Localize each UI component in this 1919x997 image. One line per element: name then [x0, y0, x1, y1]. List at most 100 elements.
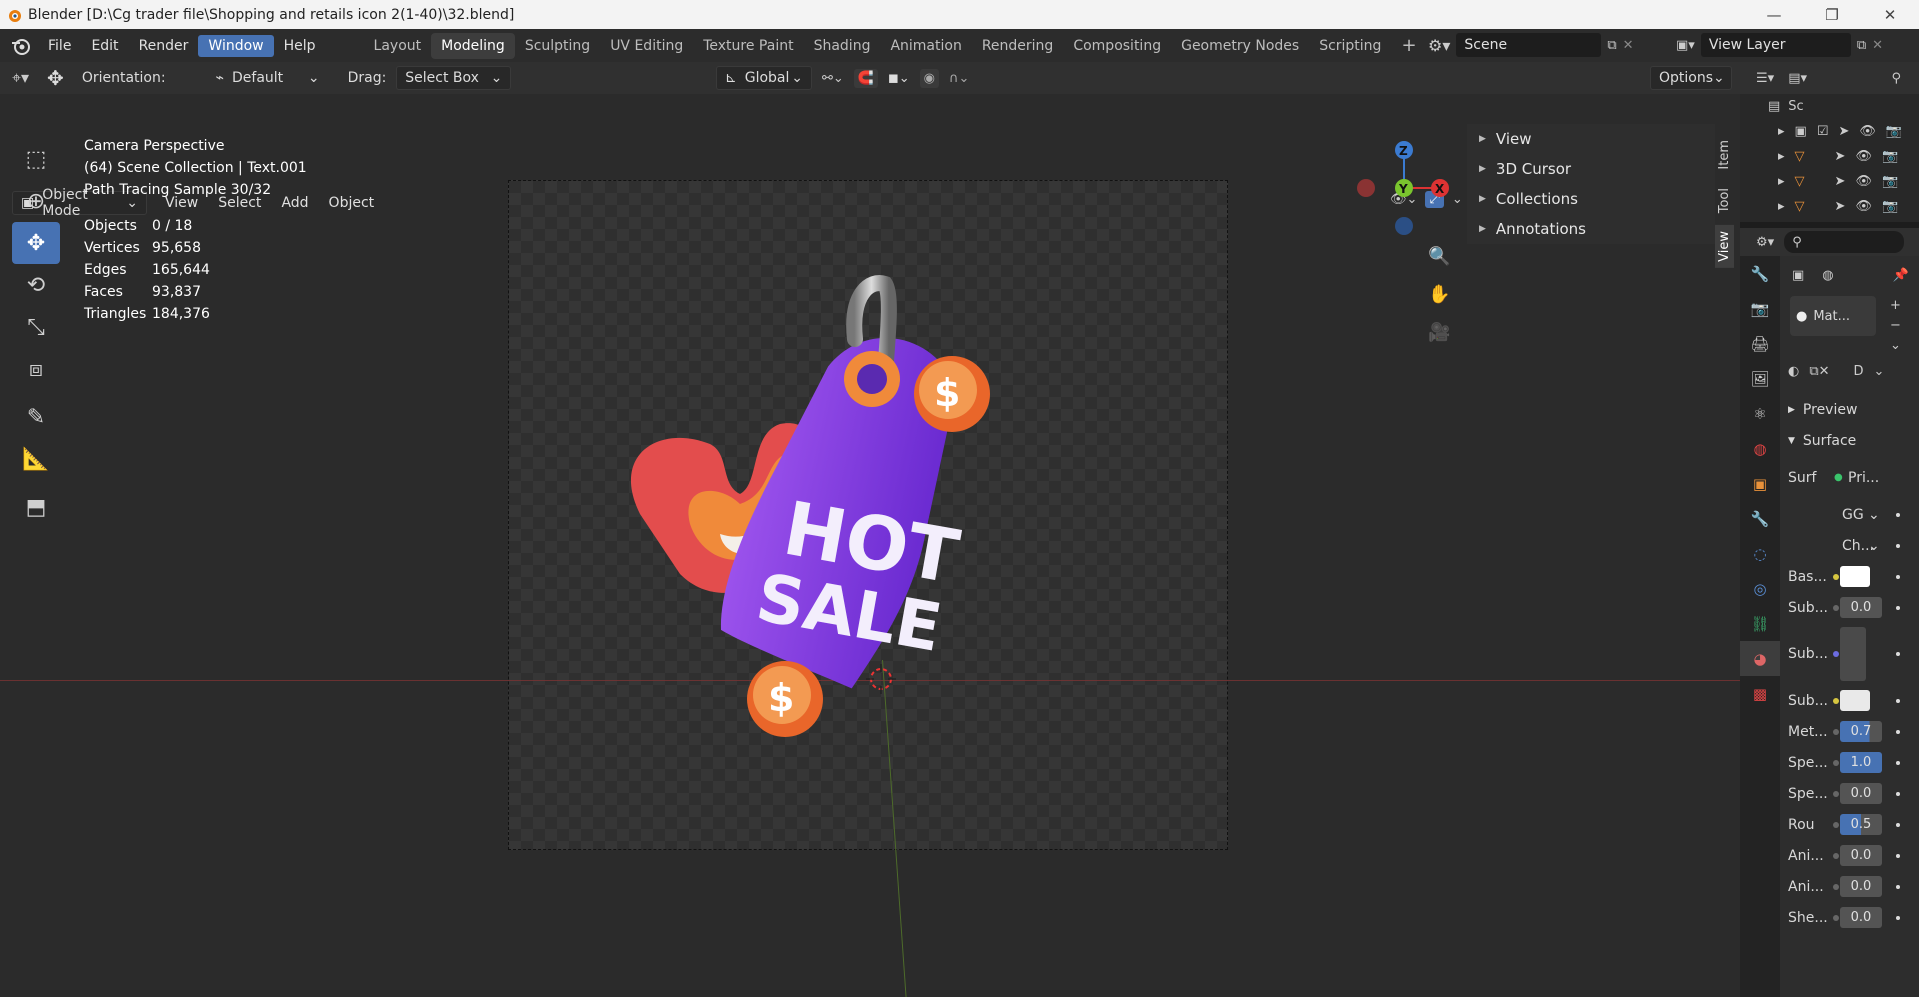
select-box-tool-icon[interactable]: ⬚ — [12, 138, 60, 180]
tab-sculpting[interactable]: Sculpting — [515, 33, 600, 59]
surface-section[interactable]: ▼ Surface — [1780, 425, 1919, 456]
keyframe-dot-icon[interactable] — [1896, 853, 1900, 858]
tab-scripting[interactable]: Scripting — [1309, 33, 1391, 59]
tab-animation[interactable]: Animation — [880, 33, 971, 59]
socket-dot-icon[interactable] — [1833, 790, 1839, 797]
vector-field[interactable] — [1840, 627, 1866, 681]
rotate-tool-icon[interactable]: ⟲ — [12, 264, 60, 306]
shader-input-row[interactable]: Ani... 0.0 — [1780, 871, 1919, 902]
material-tab-icon[interactable]: ◕ — [1740, 641, 1780, 676]
tab-uv-editing[interactable]: UV Editing — [600, 33, 693, 59]
menu-help[interactable]: Help — [274, 35, 326, 57]
render-tab-icon[interactable]: 📷 — [1740, 291, 1780, 326]
value-field[interactable]: 0.0 — [1840, 597, 1882, 618]
add-cube-tool-icon[interactable]: ⬒ — [12, 486, 60, 528]
menu-render[interactable]: Render — [129, 35, 199, 57]
navigation-gizmo[interactable]: Z Y X — [1354, 136, 1454, 246]
tab-shading[interactable]: Shading — [804, 33, 881, 59]
np-view-section[interactable]: ▶ View — [1467, 124, 1715, 154]
np-collections-section[interactable]: ▶ Collections — [1467, 184, 1715, 214]
socket-dot-icon[interactable] — [1833, 883, 1839, 890]
socket-dot-icon[interactable] — [1833, 759, 1839, 766]
add-workspace-button[interactable]: + — [1391, 30, 1426, 61]
delete-view-layer-icon[interactable]: ✕ — [1872, 38, 1883, 53]
value-field[interactable]: 1.0 — [1840, 752, 1882, 773]
texture-tab-icon[interactable]: ▩ — [1740, 676, 1780, 711]
transform-tool-icon[interactable]: ⧈ — [12, 348, 60, 390]
falloff-icon[interactable]: ∩⌄ — [949, 71, 969, 86]
pan-hand-icon[interactable]: ✋ — [1428, 284, 1450, 305]
np-annotations-section[interactable]: ▶ Annotations — [1467, 214, 1715, 244]
keyframe-dot-icon[interactable] — [1896, 729, 1900, 734]
blender-menu-icon[interactable] — [10, 35, 32, 57]
new-view-layer-icon[interactable]: ⧉ — [1857, 38, 1866, 53]
socket-dot-icon[interactable] — [1833, 573, 1839, 580]
particles-tab-icon[interactable]: ◌ — [1740, 536, 1780, 571]
minimize-button[interactable]: — — [1745, 0, 1803, 29]
object-data-icon[interactable]: ▣ — [1792, 268, 1804, 283]
keyframe-dot-icon[interactable] — [1896, 760, 1900, 765]
outliner-row[interactable]: ▸ ▣ ☑ ➤ 👁 📷 — [1740, 119, 1919, 144]
tab-modeling[interactable]: Modeling — [431, 32, 515, 59]
camera-view-icon[interactable]: 🎥 — [1428, 322, 1450, 343]
object-tab-icon[interactable]: ▣ — [1740, 466, 1780, 501]
tab-layout[interactable]: Layout — [364, 33, 432, 59]
value-field[interactable]: 0.0 — [1840, 783, 1882, 804]
keyframe-dot-icon[interactable] — [1896, 574, 1900, 579]
keyframe-dot-icon[interactable] — [1896, 652, 1900, 656]
shader-input-row[interactable]: Rou 0.5 — [1780, 809, 1919, 840]
zoom-icon[interactable]: 🔍 — [1428, 246, 1450, 267]
tab-geometry-nodes[interactable]: Geometry Nodes — [1171, 33, 1309, 59]
drag-dropdown[interactable]: Select Box ⌄ — [396, 66, 512, 90]
tab-item[interactable]: Item — [1715, 134, 1734, 176]
snap-toggle-icon[interactable]: 🧲 — [853, 68, 878, 88]
pivot-point-icon[interactable]: ⚯⌄ — [822, 71, 844, 86]
value-field[interactable]: 0.0 — [1840, 907, 1882, 928]
transform-orientation-dropdown[interactable]: ⊾ Global ⌄ — [716, 66, 812, 90]
material-browse-icon[interactable]: ◐ — [1788, 364, 1799, 379]
material-duplicate-icon[interactable]: ⧉✕ — [1809, 364, 1829, 379]
properties-search[interactable]: ⚲ — [1784, 231, 1905, 253]
surface-shader-row[interactable]: Surf ● Pri... — [1780, 462, 1919, 493]
np-3d-cursor-section[interactable]: ▶ 3D Cursor — [1467, 154, 1715, 184]
outliner-row[interactable]: ▸ ▽ ➤ 👁 📷 — [1740, 144, 1919, 169]
maximize-button[interactable]: ❐ — [1803, 0, 1861, 29]
display-mode-icon[interactable]: ▤▾ — [1788, 71, 1807, 86]
subsurface-method-dropdown[interactable]: Ch... ⌄ — [1780, 530, 1919, 561]
socket-dot-icon[interactable] — [1833, 914, 1839, 921]
value-field[interactable]: 0.5 — [1840, 814, 1882, 835]
outliner-row[interactable]: ▸ ▽ ➤ 👁 📷 — [1740, 169, 1919, 194]
slot-menu-button[interactable]: ⌄ — [1890, 338, 1901, 353]
socket-dot-icon[interactable] — [1833, 604, 1839, 611]
modifier-tab-icon[interactable]: 🔧 — [1740, 501, 1780, 536]
cursor-tool-icon[interactable]: ⊕ — [12, 180, 60, 222]
move-tool-icon[interactable]: ✥ — [47, 66, 64, 90]
keyframe-dot-icon[interactable] — [1896, 884, 1900, 889]
shader-input-row[interactable]: Sub... 0.0 — [1780, 592, 1919, 623]
editor-type-icon[interactable]: ⌖▾ — [12, 68, 29, 88]
view-layer-browse-icon[interactable]: ▣▾ — [1676, 38, 1695, 53]
proportional-edit-icon[interactable]: ◉ — [919, 68, 940, 88]
shader-input-row[interactable]: Met... 0.7 — [1780, 716, 1919, 747]
measure-tool-icon[interactable]: 📐 — [12, 438, 60, 480]
scene-tab-icon[interactable]: ⚛ — [1740, 396, 1780, 431]
keyframe-dot-icon[interactable] — [1896, 791, 1900, 796]
world-tab-icon[interactable]: ◍ — [1740, 431, 1780, 466]
value-field[interactable]: 0.7 — [1840, 721, 1882, 742]
shader-input-row[interactable]: Spe... 0.0 — [1780, 778, 1919, 809]
data-link-dropdown[interactable]: D — [1854, 364, 1864, 379]
shader-input-row[interactable]: Spe... 1.0 — [1780, 747, 1919, 778]
move-tool-icon[interactable]: ✥ — [12, 222, 60, 264]
distribution-dropdown[interactable]: GG ⌄ — [1780, 499, 1919, 530]
tab-view[interactable]: View — [1715, 224, 1734, 268]
shader-input-row[interactable]: Sub... — [1780, 685, 1919, 716]
view-layer-selector[interactable]: View Layer — [1700, 33, 1851, 57]
socket-dot-icon[interactable] — [1833, 852, 1839, 859]
value-field[interactable]: 0.0 — [1840, 876, 1882, 897]
tab-rendering[interactable]: Rendering — [972, 33, 1064, 59]
new-scene-icon[interactable]: ⧉ — [1607, 38, 1616, 53]
orientation-dropdown[interactable]: ⌁ Default ⌄ — [208, 66, 328, 90]
output-tab-icon[interactable]: 🖨 — [1740, 326, 1780, 361]
physics-tab-icon[interactable]: ◎ — [1740, 571, 1780, 606]
keyframe-dot-icon[interactable] — [1896, 698, 1900, 703]
